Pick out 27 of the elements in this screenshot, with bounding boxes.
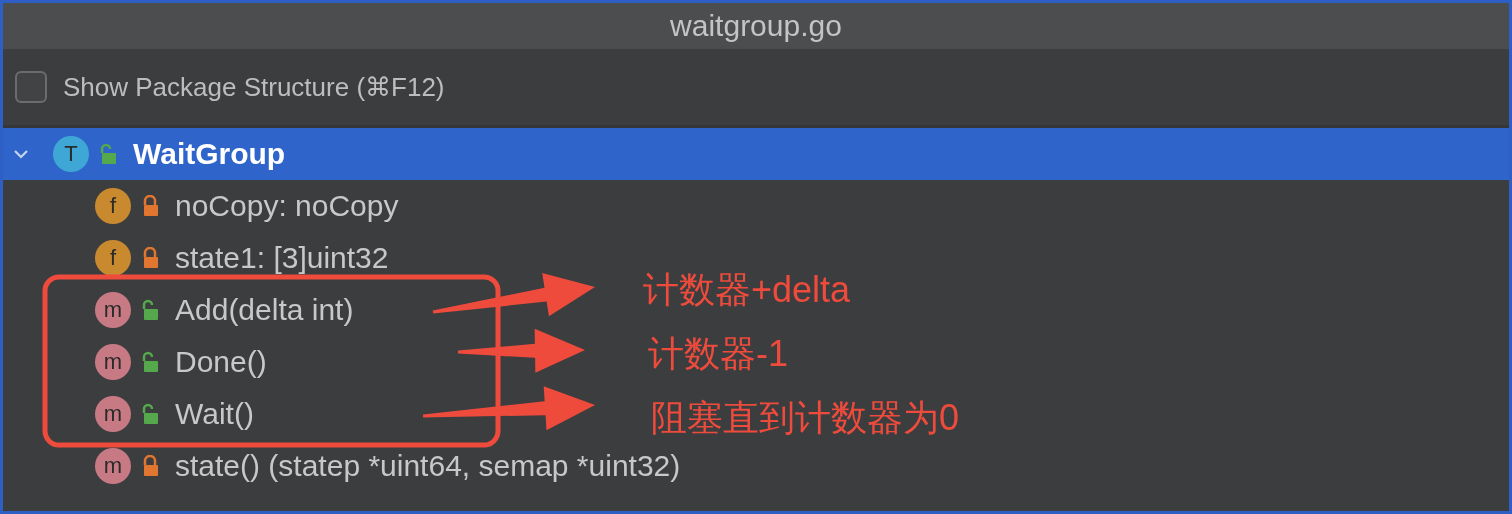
type-badge: T [53,136,89,172]
tree-item[interactable]: T WaitGroup [3,128,1509,180]
tree-item[interactable]: f state1: [3]uint32 [3,232,397,284]
method-badge: m [95,344,131,380]
annotation-text: 阻塞直到计数器为0 [651,396,960,440]
tree-item[interactable]: m Done() [3,336,275,388]
tree-label: state() (statep *uint64, semap *uint32) [175,449,681,483]
tree-label: Done() [175,345,267,379]
tree-label: Add(delta int) [175,293,354,327]
tree-item[interactable]: m Add(delta int) [3,284,362,336]
annotation-text: 计数器+delta [643,268,851,312]
method-badge: m [95,396,131,432]
tree-label: noCopy: noCopy [175,189,399,223]
field-badge: f [95,188,131,224]
window-title: waitgroup.go [670,9,842,43]
method-badge: m [95,292,131,328]
checkbox-label: Show Package Structure (⌘F12) [63,71,445,103]
tree-label: WaitGroup [133,137,286,171]
checkbox[interactable] [15,71,47,103]
field-badge: f [95,240,131,276]
tree-label: state1: [3]uint32 [175,241,389,275]
tree-label: Wait() [175,397,254,431]
tree-item[interactable]: m Wait() [3,388,262,440]
tree-item[interactable]: m state() (statep *uint64, semap *uint32) [3,440,689,492]
tree-item[interactable]: f noCopy: noCopy [3,180,407,232]
method-badge: m [95,448,131,484]
annotation-text: 计数器-1 [648,332,788,376]
